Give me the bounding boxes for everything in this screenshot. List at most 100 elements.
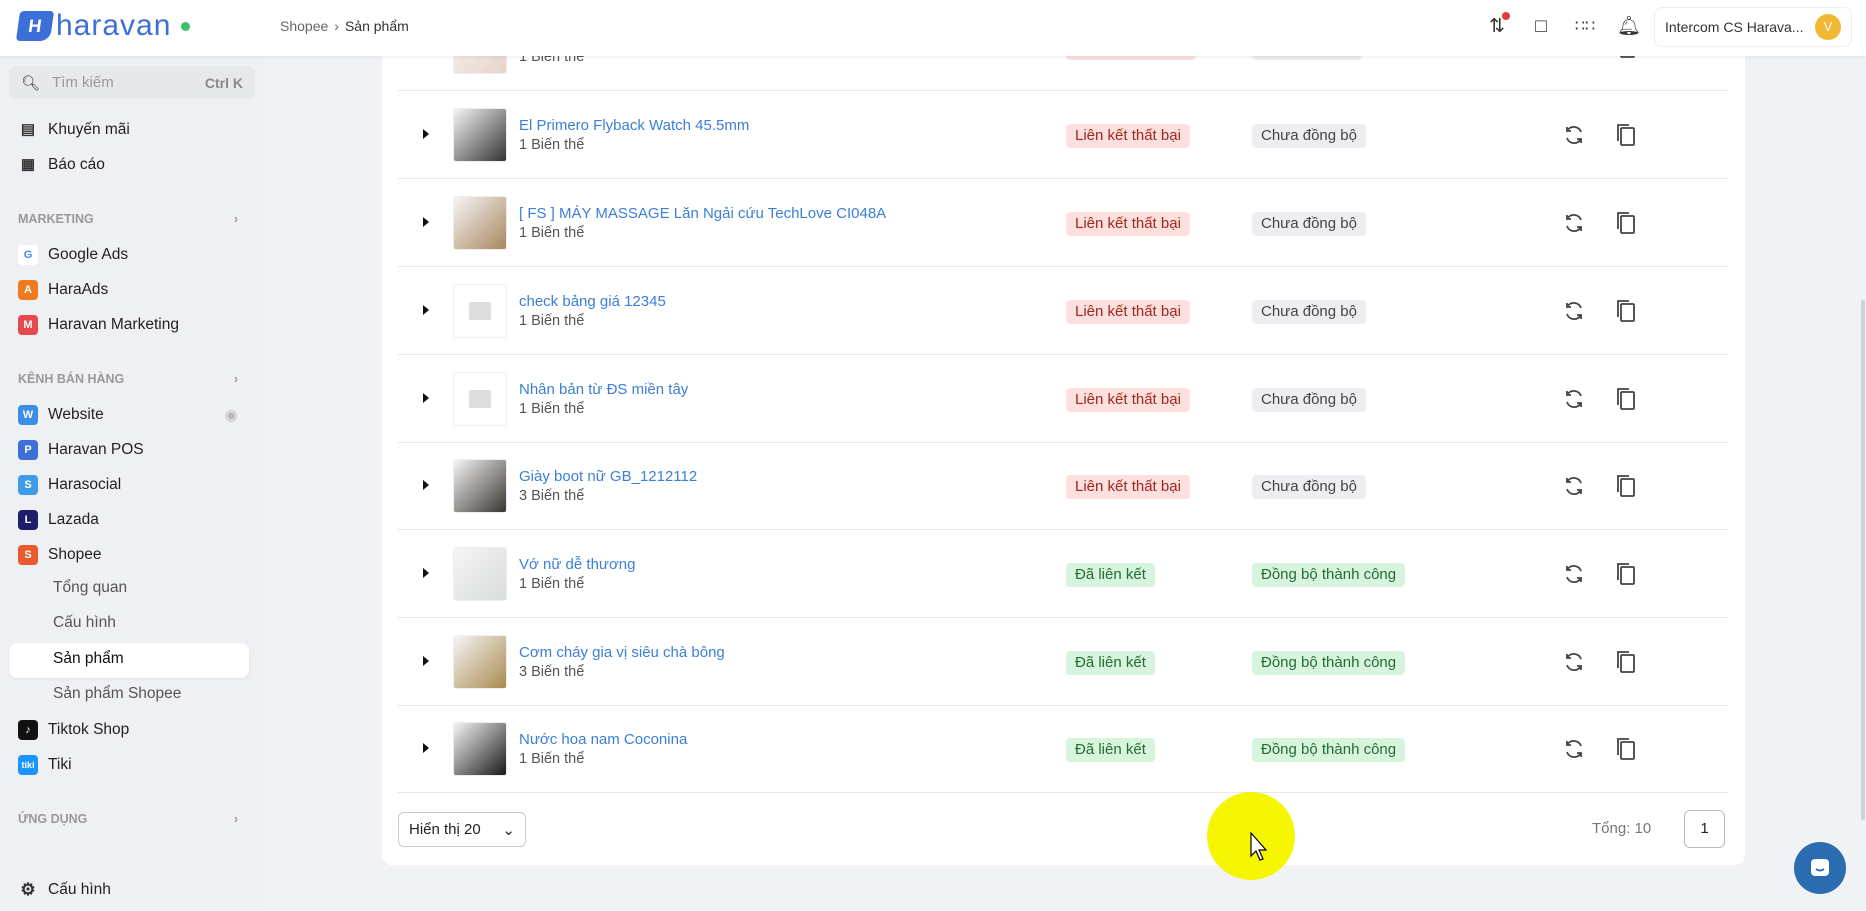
product-name-link[interactable]: Nhân bản từ ĐS miền tây: [519, 381, 688, 398]
expand-row-icon[interactable]: [423, 129, 429, 139]
refresh-sync-icon[interactable]: [1562, 474, 1586, 498]
sidebar-item-label: Tiktok Shop: [48, 721, 130, 738]
sync-status-badge: Đồng bộ thành công: [1252, 563, 1406, 587]
section-sales-channels[interactable]: KÊNH BÁN HÀNG ›: [18, 372, 238, 386]
search-input[interactable]: 🔍︎ Tìm kiếm Ctrl K: [9, 66, 255, 99]
product-thumbnail[interactable]: [453, 372, 507, 426]
expand-row-icon[interactable]: [423, 393, 429, 403]
bell-icon[interactable]: 🔔︎: [1616, 14, 1642, 40]
sidebar: 🔍︎ Tìm kiếm Ctrl K ▤ Khuyến mãi ▦ Báo cáo …: [0, 56, 265, 911]
chat-launcher-button[interactable]: [1794, 842, 1846, 894]
feedback-icon[interactable]: □: [1528, 14, 1554, 40]
sidebar-item-label: Cấu hình: [48, 881, 111, 898]
link-status-badge: Đã liên kết: [1066, 738, 1155, 762]
link-status-badge: Liên kết thất bại: [1066, 300, 1190, 324]
expand-row-icon[interactable]: [423, 217, 429, 227]
variant-count: 1 Biến thể: [519, 225, 585, 241]
sidebar-item-promotions[interactable]: ▤ Khuyến mãi: [18, 119, 130, 141]
sidebar-item-reports[interactable]: ▦ Báo cáo: [18, 154, 105, 176]
expand-row-icon[interactable]: [423, 743, 429, 753]
sidebar-item-google-ads[interactable]: G Google Ads: [18, 244, 128, 266]
copy-icon[interactable]: [1614, 386, 1638, 412]
product-name-link[interactable]: El Primero Flyback Watch 45.5mm: [519, 117, 749, 134]
table-row: Cơm cháy gia vị siêu chà bông 3 Biến thể Đ…: [398, 618, 1728, 706]
product-thumbnail[interactable]: [453, 635, 507, 689]
sidebar-item-lazada[interactable]: L Lazada: [18, 509, 99, 531]
sidebar-item-label: Website: [48, 406, 104, 423]
sidebar-item-shopee[interactable]: S Shopee: [18, 544, 101, 566]
copy-icon[interactable]: [1614, 649, 1638, 675]
product-name-link[interactable]: Giày boot nữ GB_1212112: [519, 468, 697, 485]
link-status-badge: Đã liên kết: [1066, 563, 1155, 587]
breadcrumb-current: Sản phẩm: [344, 18, 409, 34]
product-thumbnail[interactable]: [453, 459, 507, 513]
sidebar-sub-overview[interactable]: Tổng quan: [53, 579, 127, 597]
expand-row-icon[interactable]: [423, 568, 429, 578]
refresh-sync-icon[interactable]: [1562, 387, 1586, 411]
sidebar-sub-products[interactable]: Sản phẩm: [53, 650, 124, 668]
expand-row-icon[interactable]: [423, 656, 429, 666]
sidebar-item-label: Khuyến mãi: [48, 121, 130, 138]
sidebar-sub-shopee-products[interactable]: Sản phẩm Shopee: [53, 685, 181, 703]
refresh-sync-icon[interactable]: [1562, 211, 1586, 235]
refresh-sync-icon[interactable]: [1562, 299, 1586, 323]
sidebar-active-highlight: [9, 643, 249, 678]
refresh-sync-icon[interactable]: [1562, 737, 1586, 761]
table-row: [ FS ] MÁY MASSAGE Lăn Ngải cứu TechLove…: [398, 179, 1728, 267]
product-name-link[interactable]: Nước hoa nam Coconina: [519, 731, 687, 748]
variant-count: 1 Biến thể: [519, 313, 585, 329]
eye-icon[interactable]: ◉: [224, 406, 238, 425]
sidebar-item-website[interactable]: W Website ◉: [18, 404, 238, 426]
sidebar-item-haravan-marketing[interactable]: M Haravan Marketing: [18, 314, 179, 336]
variant-count: 1 Biến thể: [519, 751, 585, 767]
product-thumbnail[interactable]: [453, 284, 507, 338]
copy-icon[interactable]: [1614, 561, 1638, 587]
copy-icon[interactable]: [1614, 210, 1638, 236]
page-size-select[interactable]: Hiển thị 20 ⌄: [398, 812, 526, 847]
refresh-sync-icon[interactable]: [1562, 123, 1586, 147]
expand-row-icon[interactable]: [423, 480, 429, 490]
sidebar-item-tiki[interactable]: tiki Tiki: [18, 754, 72, 776]
product-name-link[interactable]: check bảng giá 12345: [519, 293, 666, 310]
sidebar-item-label: Tiki: [48, 756, 72, 773]
account-menu[interactable]: Intercom CS Harava... V: [1654, 7, 1852, 47]
refresh-sync-icon[interactable]: [1562, 562, 1586, 586]
sidebar-item-label: Shopee: [48, 546, 102, 563]
product-thumbnail[interactable]: [453, 722, 507, 776]
haravan-logo[interactable]: Hharavan: [15, 10, 191, 42]
product-name-link[interactable]: [ FS ] MÁY MASSAGE Lăn Ngải cứu TechLove…: [519, 205, 886, 222]
google-icon: G: [18, 245, 38, 265]
page-size-value: Hiển thị 20: [409, 821, 481, 838]
section-apps[interactable]: ỨNG DỤNG ›: [18, 812, 238, 826]
product-name-link[interactable]: Vớ nữ dễ thương: [519, 556, 635, 573]
variant-count: 1 Biến thể: [519, 137, 585, 153]
product-name-link[interactable]: Cơm cháy gia vị siêu chà bông: [519, 644, 725, 661]
scrollbar[interactable]: [1861, 300, 1865, 820]
sync-status-badge: Chưa đồng bộ: [1252, 300, 1366, 324]
expand-row-icon[interactable]: [423, 305, 429, 315]
sidebar-item-settings[interactable]: ⚙ Cấu hình: [18, 879, 111, 901]
product-thumbnail[interactable]: [453, 547, 507, 601]
copy-icon[interactable]: [1614, 473, 1638, 499]
online-status-dot: [181, 21, 191, 31]
table-row: check bảng giá 12345 1 Biến thể Liên kết t…: [398, 267, 1728, 355]
apps-grid-icon[interactable]: ∷∷: [1572, 14, 1598, 40]
transfer-icon[interactable]: ⇅: [1484, 12, 1510, 40]
copy-icon[interactable]: [1614, 122, 1638, 148]
sidebar-sub-config[interactable]: Cấu hình: [53, 614, 116, 632]
sync-status-badge: Đồng bộ thành công: [1252, 738, 1406, 762]
sidebar-item-tiktok-shop[interactable]: ♪ Tiktok Shop: [18, 719, 129, 741]
breadcrumb-shopee[interactable]: Shopee: [280, 18, 328, 34]
refresh-sync-icon[interactable]: [1562, 650, 1586, 674]
logo-mark: H: [15, 11, 55, 41]
product-thumbnail[interactable]: [453, 108, 507, 162]
copy-icon[interactable]: [1614, 298, 1638, 324]
sidebar-item-haraads[interactable]: A HaraAds: [18, 279, 108, 301]
sidebar-item-harasocial[interactable]: S Harasocial: [18, 474, 121, 496]
copy-icon[interactable]: [1614, 736, 1638, 762]
section-marketing[interactable]: MARKETING ›: [18, 212, 238, 226]
sidebar-item-haravan-pos[interactable]: P Haravan POS: [18, 439, 144, 461]
page-button[interactable]: 1: [1684, 810, 1725, 848]
product-thumbnail[interactable]: [453, 196, 507, 250]
lazada-icon: L: [18, 510, 38, 530]
